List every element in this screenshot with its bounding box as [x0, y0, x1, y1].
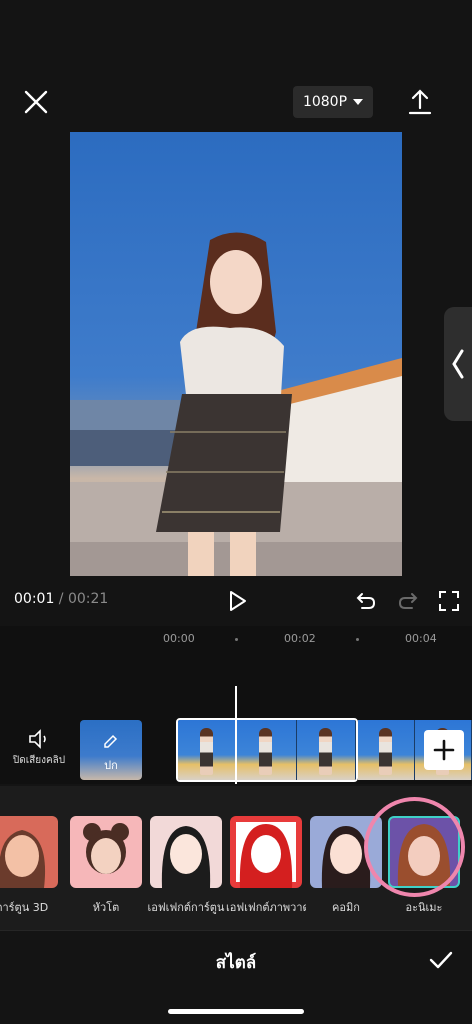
timecode: 00:01 / 00:21 [14, 591, 108, 607]
ruler-mark: 00:02 [284, 632, 316, 645]
playback-controls: 00:01 / 00:21 [0, 585, 472, 617]
highlight-ring [364, 797, 465, 897]
bottom-bar: สไตล์ [0, 930, 472, 1024]
style-label: เอฟเฟกต์ภาพวาด [226, 901, 306, 914]
cover-label: ปก [104, 759, 118, 772]
resolution-label: 1080P [302, 94, 348, 110]
style-item-big-head[interactable]: หัวโต [70, 816, 142, 916]
add-clip-button[interactable] [424, 730, 464, 770]
redo-icon[interactable] [396, 589, 420, 613]
speaker-icon [29, 729, 46, 749]
edit-icon [104, 734, 118, 748]
timeline-ruler: 00:00 00:02 00:04 [0, 626, 472, 652]
video-preview[interactable] [70, 132, 402, 576]
ruler-dot [356, 638, 359, 641]
style-item-painting-effect[interactable]: เอฟเฟกต์ภาพวาด [226, 816, 306, 916]
clip-frame [178, 720, 238, 780]
chevron-left-icon [452, 349, 464, 379]
style-thumbnail [0, 816, 58, 888]
check-icon[interactable] [426, 945, 456, 975]
style-thumbnail [150, 816, 222, 888]
anime-style-video-frame [70, 232, 402, 576]
selected-video-clip[interactable] [176, 718, 358, 782]
plus-icon [433, 739, 455, 761]
undo-icon[interactable] [354, 589, 378, 613]
playhead[interactable] [235, 686, 237, 784]
clip-frame [237, 720, 297, 780]
style-label: การ์ตูน 3D [0, 901, 49, 914]
resolution-button[interactable]: 1080P [293, 86, 373, 118]
ruler-mark: 00:04 [405, 632, 437, 645]
panel-title: สไตล์ [215, 953, 257, 973]
style-label: เอฟเฟกต์การ์ตูน [147, 901, 225, 914]
timeline-track[interactable]: ปิดเสียงคลิป ปก [0, 652, 472, 784]
top-bar: 1080P [0, 0, 472, 130]
close-icon[interactable] [20, 86, 52, 118]
home-indicator [168, 1009, 304, 1014]
side-panel-handle[interactable] [444, 307, 472, 421]
ruler-dot [235, 638, 238, 641]
clip-frame [358, 720, 415, 780]
total-time: 00:21 [67, 591, 109, 607]
mute-clip-label: ปิดเสียงคลิป [12, 755, 66, 766]
style-label: คอมิก [332, 901, 360, 914]
style-thumbnail [70, 816, 142, 888]
caret-down-icon [353, 99, 364, 105]
style-item-cartoon-effect[interactable]: เอฟเฟกต์การ์ตูน [148, 816, 224, 916]
cover-button[interactable]: ปก [80, 720, 142, 780]
time-separator: / [54, 591, 68, 607]
style-label: หัวโต [92, 901, 120, 914]
current-time: 00:01 [14, 591, 55, 607]
style-picker: การ์ตูน 3D หัวโต เอฟเฟกต์การ์ตูน เอฟเฟกต… [0, 786, 472, 930]
play-icon[interactable] [224, 588, 250, 614]
mute-clip-button[interactable]: ปิดเสียงคลิป [8, 728, 70, 768]
ruler-mark: 00:00 [163, 632, 195, 645]
style-label: อะนิเมะ [405, 901, 443, 914]
style-thumbnail [230, 816, 302, 888]
style-item-3d-cartoon[interactable]: การ์ตูน 3D [0, 816, 58, 916]
clip-frame [296, 720, 356, 780]
fullscreen-icon[interactable] [437, 589, 461, 613]
export-icon[interactable] [404, 86, 436, 118]
